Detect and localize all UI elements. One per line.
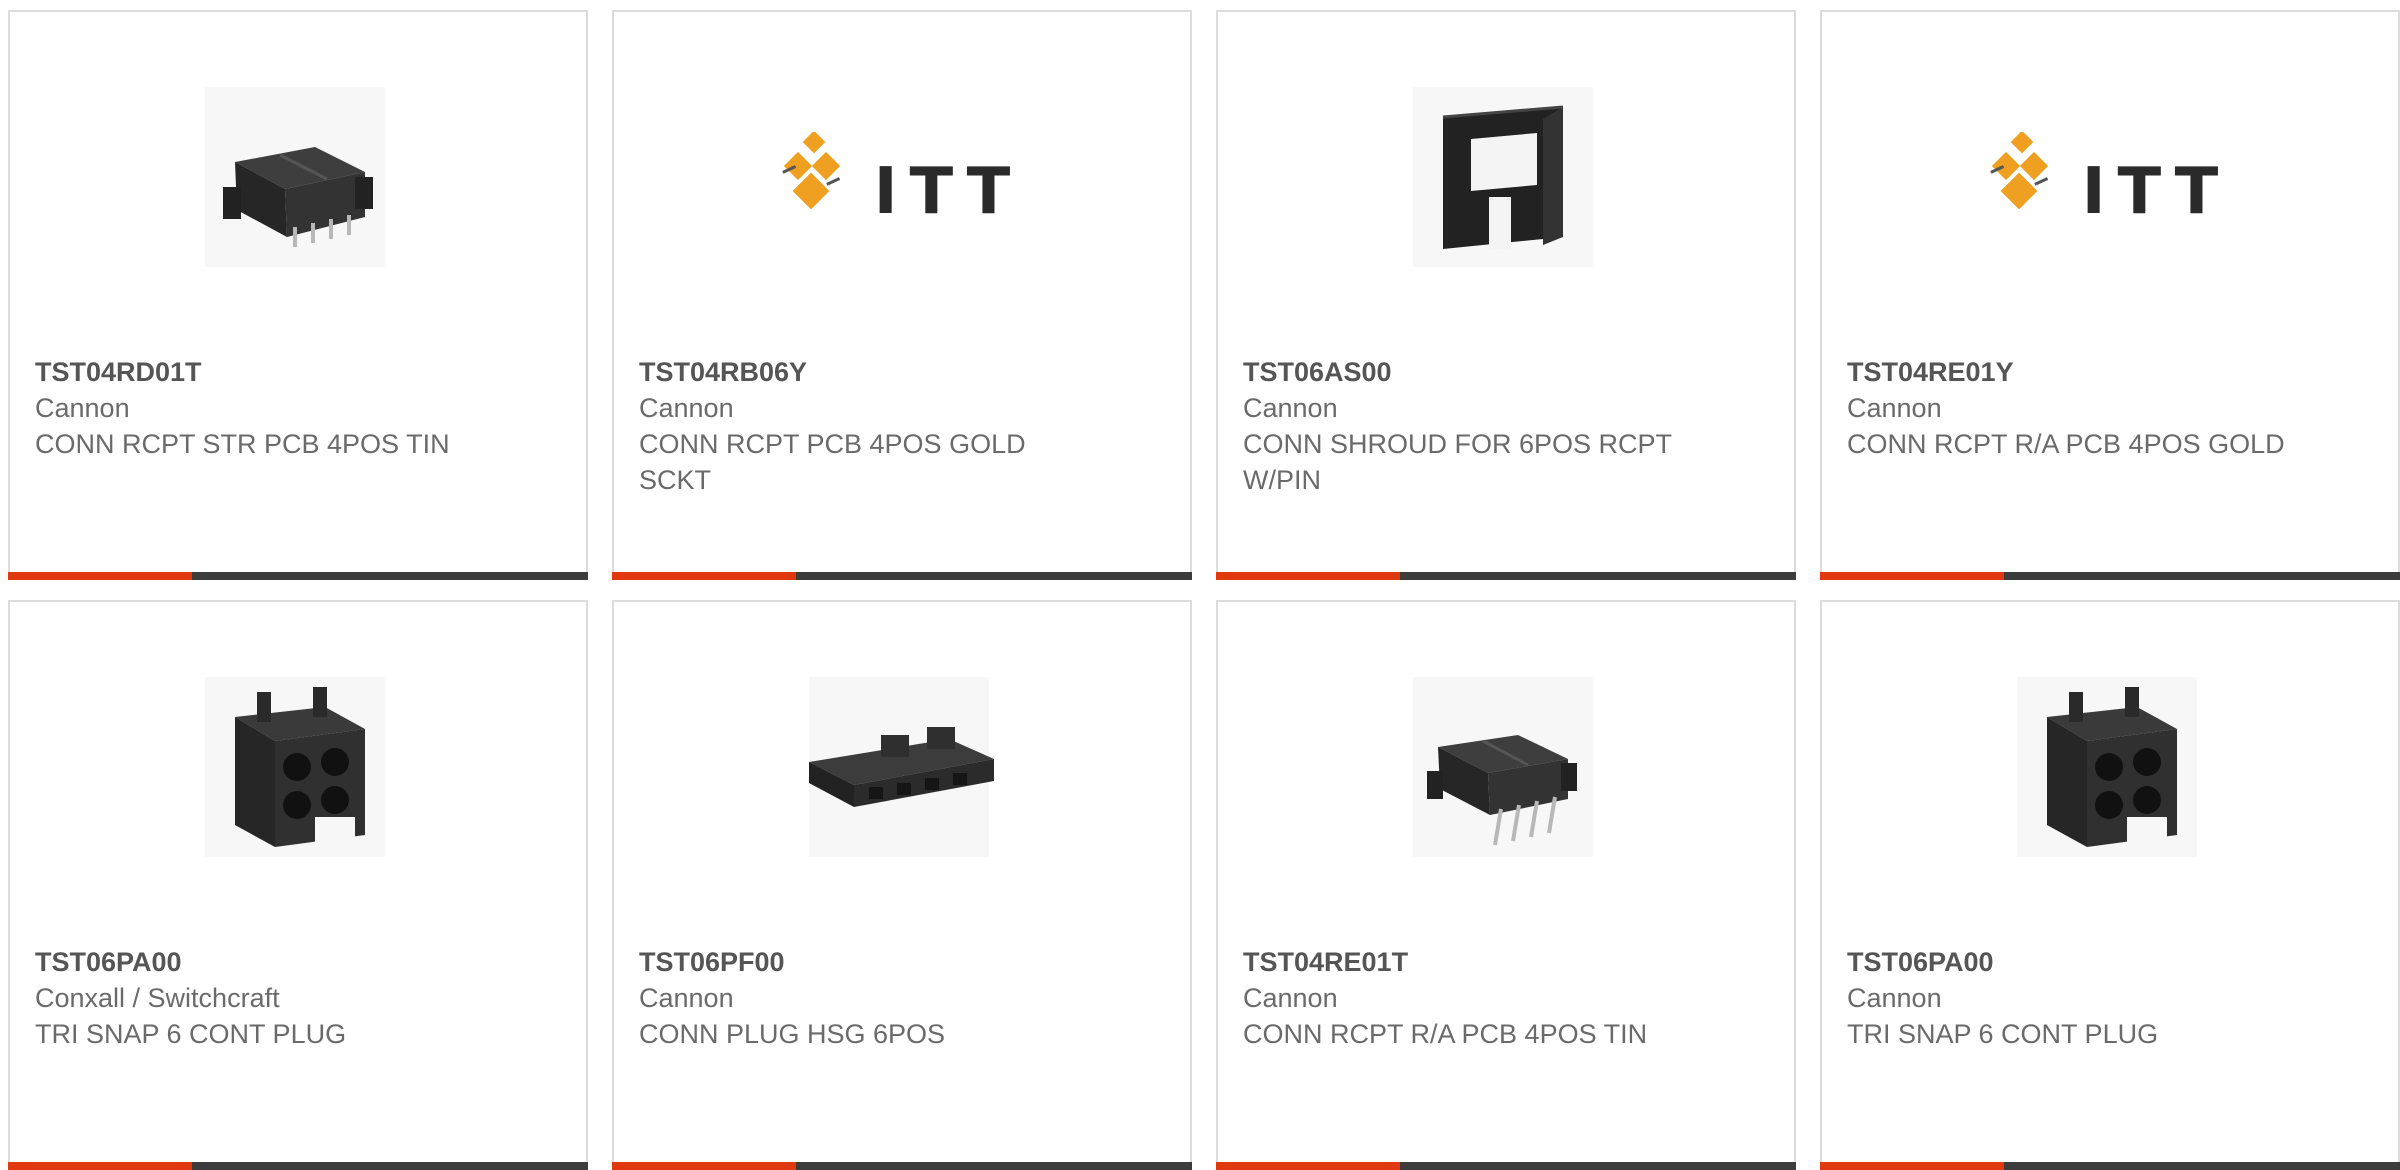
manufacturer: Cannon	[639, 983, 734, 1013]
product-info: TST06PF00 Cannon CONN PLUG HSG 6POS	[639, 944, 1079, 1052]
card-accent	[1820, 572, 2004, 580]
part-number[interactable]: TST04RE01Y	[1847, 354, 2287, 390]
manufacturer: Cannon	[1847, 393, 1942, 423]
product-card[interactable]: ITT TST04RE01Y Cannon CONN RCPT R/A PCB …	[1820, 10, 2400, 580]
product-image[interactable]	[195, 667, 395, 867]
itt-wordmark: ITT	[873, 155, 1023, 229]
product-image[interactable]: ITT	[781, 77, 1010, 277]
connector-icon	[205, 87, 385, 267]
product-card[interactable]: TST04RD01T Cannon CONN RCPT STR PCB 4POS…	[8, 10, 588, 580]
product-info: TST06AS00 Cannon CONN SHROUD FOR 6POS RC…	[1243, 354, 1683, 498]
description: CONN PLUG HSG 6POS	[639, 1019, 946, 1049]
product-image[interactable]	[2007, 667, 2207, 867]
description: CONN RCPT R/A PCB 4POS GOLD	[1847, 429, 2285, 459]
itt-logo-icon	[781, 132, 840, 210]
product-image[interactable]	[1403, 667, 1603, 867]
description: CONN RCPT PCB 4POS GOLD SCKT	[639, 429, 1026, 495]
product-grid: TST04RD01T Cannon CONN RCPT STR PCB 4POS…	[8, 10, 2400, 1170]
product-image[interactable]	[1403, 77, 1603, 277]
manufacturer: Cannon	[1243, 983, 1338, 1013]
part-number[interactable]: TST06PA00	[35, 944, 475, 980]
product-card[interactable]: TST04RE01T Cannon CONN RCPT R/A PCB 4POS…	[1216, 600, 1796, 1170]
product-info: TST04RE01T Cannon CONN RCPT R/A PCB 4POS…	[1243, 944, 1683, 1052]
product-info: TST04RE01Y Cannon CONN RCPT R/A PCB 4POS…	[1847, 354, 2287, 462]
card-footer-bar	[1820, 1162, 2400, 1170]
itt-wordmark: ITT	[2081, 155, 2231, 229]
product-card[interactable]: TST06PF00 Cannon CONN PLUG HSG 6POS	[612, 600, 1192, 1170]
card-footer-bar	[1216, 572, 1796, 580]
card-footer-bar	[612, 572, 1192, 580]
product-card[interactable]: TST06PA00 Cannon TRI SNAP 6 CONT PLUG	[1820, 600, 2400, 1170]
card-footer-bar	[8, 572, 588, 580]
card-accent	[8, 1162, 192, 1170]
part-number[interactable]: TST06AS00	[1243, 354, 1683, 390]
product-card[interactable]: TST06AS00 Cannon CONN SHROUD FOR 6POS RC…	[1216, 10, 1796, 580]
card-footer-bar	[1820, 572, 2400, 580]
card-accent	[1216, 1162, 1400, 1170]
product-image[interactable]: ITT	[1989, 77, 2218, 277]
manufacturer: Cannon	[1243, 393, 1338, 423]
product-info: TST06PA00 Conxall / Switchcraft TRI SNAP…	[35, 944, 475, 1052]
description: TRI SNAP 6 CONT PLUG	[35, 1019, 347, 1049]
itt-logo: ITT	[776, 125, 1023, 229]
manufacturer: Cannon	[639, 393, 734, 423]
plug-housing-icon	[205, 677, 385, 857]
card-footer-bar	[1216, 1162, 1796, 1170]
product-image[interactable]	[799, 667, 999, 867]
description: CONN SHROUD FOR 6POS RCPT W/PIN	[1243, 429, 1672, 495]
product-info: TST04RD01T Cannon CONN RCPT STR PCB 4POS…	[35, 354, 475, 462]
card-accent	[612, 1162, 796, 1170]
product-info: TST06PA00 Cannon TRI SNAP 6 CONT PLUG	[1847, 944, 2287, 1052]
product-card[interactable]: ITT TST04RB06Y Cannon CONN RCPT PCB 4POS…	[612, 10, 1192, 580]
card-footer-bar	[8, 1162, 588, 1170]
part-number[interactable]: TST06PF00	[639, 944, 1079, 980]
product-image[interactable]	[195, 77, 395, 277]
description: TRI SNAP 6 CONT PLUG	[1847, 1019, 2159, 1049]
plug-hsg-icon	[809, 677, 994, 857]
product-card[interactable]: TST06PA00 Conxall / Switchcraft TRI SNAP…	[8, 600, 588, 1170]
manufacturer: Cannon	[35, 393, 130, 423]
plug-housing-icon	[2017, 677, 2197, 857]
manufacturer: Cannon	[1847, 983, 1942, 1013]
description: CONN RCPT R/A PCB 4POS TIN	[1243, 1019, 1648, 1049]
itt-logo-icon	[1989, 132, 2048, 210]
itt-logo: ITT	[1984, 125, 2231, 229]
card-accent	[1820, 1162, 2004, 1170]
part-number[interactable]: TST06PA00	[1847, 944, 2287, 980]
part-number[interactable]: TST04RB06Y	[639, 354, 1079, 390]
manufacturer: Conxall / Switchcraft	[35, 983, 280, 1013]
part-number[interactable]: TST04RD01T	[35, 354, 475, 390]
card-accent	[8, 572, 192, 580]
connector-ra-icon	[1413, 677, 1593, 857]
card-accent	[1216, 572, 1400, 580]
shroud-icon	[1413, 87, 1593, 267]
product-info: TST04RB06Y Cannon CONN RCPT PCB 4POS GOL…	[639, 354, 1079, 498]
description: CONN RCPT STR PCB 4POS TIN	[35, 429, 450, 459]
part-number[interactable]: TST04RE01T	[1243, 944, 1683, 980]
card-footer-bar	[612, 1162, 1192, 1170]
card-accent	[612, 572, 796, 580]
